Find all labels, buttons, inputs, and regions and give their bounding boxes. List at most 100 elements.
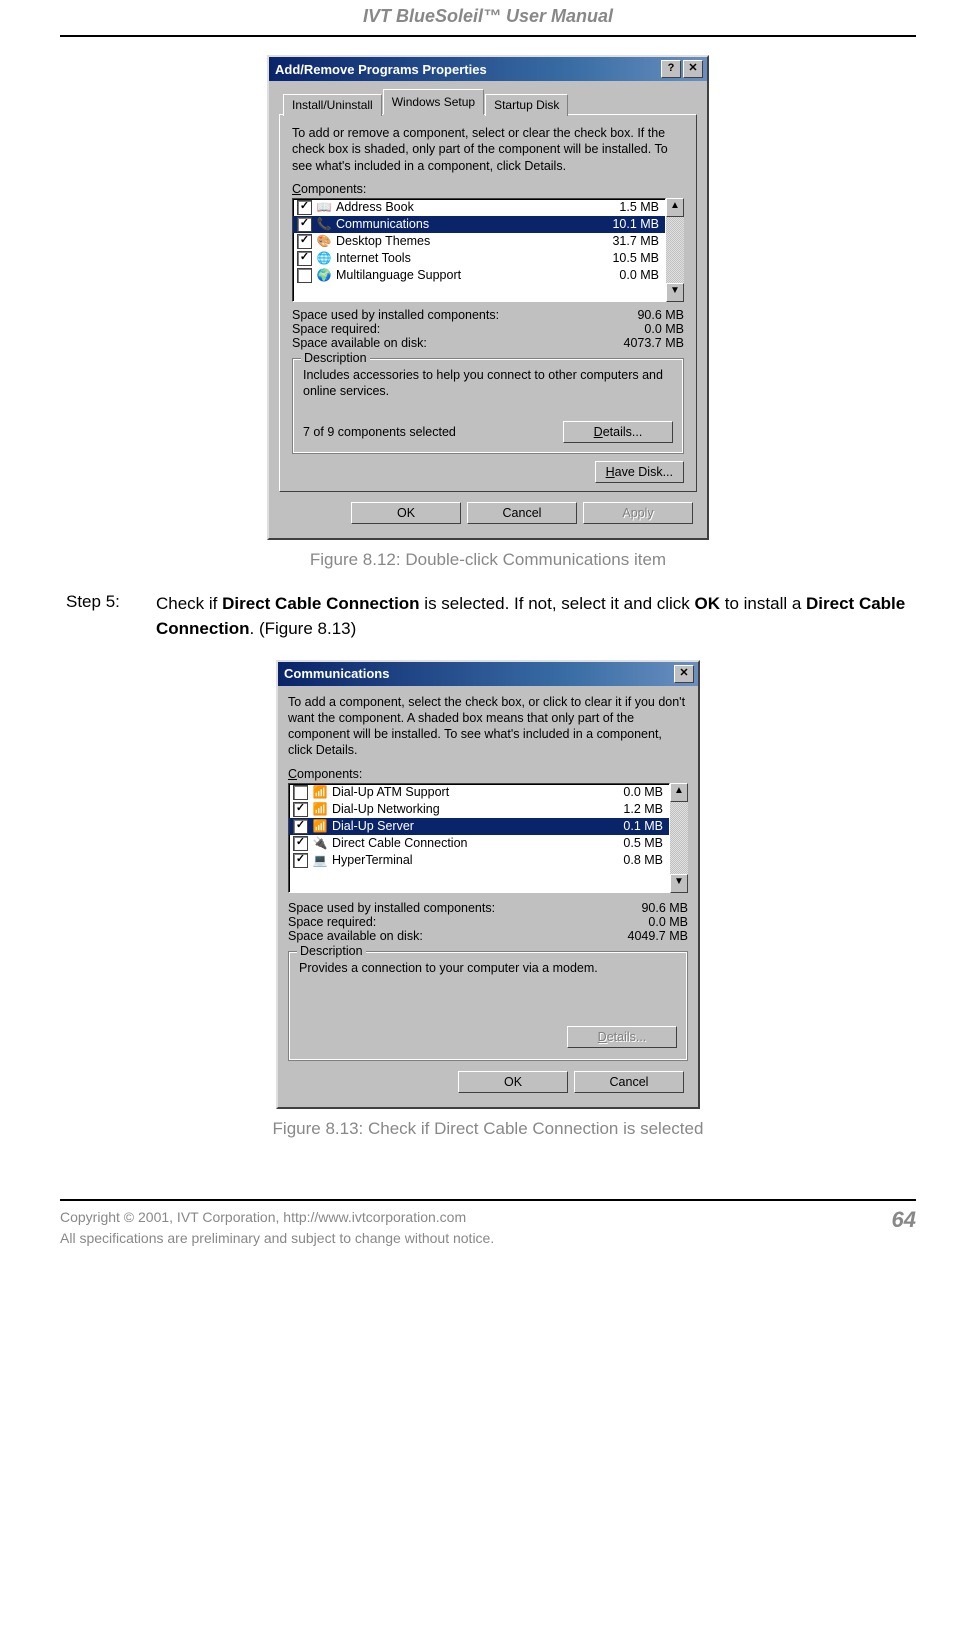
- list-item[interactable]: ✓ 🔌 Direct Cable Connection 0.5 MB: [289, 835, 669, 852]
- space-available-label: Space available on disk:: [288, 929, 598, 943]
- close-button[interactable]: ✕: [674, 665, 694, 683]
- titlebar[interactable]: Communications ✕: [278, 662, 698, 686]
- help-button[interactable]: ?: [661, 60, 681, 78]
- tab-startup-disk[interactable]: Startup Disk: [485, 94, 568, 116]
- space-required-value: 0.0 MB: [594, 322, 684, 336]
- header-rule: [60, 35, 916, 37]
- scroll-up-icon[interactable]: ▲: [670, 783, 688, 802]
- space-used-value: 90.6 MB: [594, 308, 684, 322]
- step-label: Step 5:: [66, 592, 156, 641]
- cancel-button[interactable]: Cancel: [574, 1071, 684, 1093]
- desktop-themes-icon: 🎨: [316, 234, 332, 248]
- scrollbar[interactable]: ▲ ▼: [670, 783, 688, 893]
- list-item[interactable]: ✓ 🌐 Internet Tools 10.5 MB: [293, 250, 665, 267]
- scroll-down-icon[interactable]: ▼: [670, 874, 688, 893]
- item-name: Direct Cable Connection: [332, 836, 603, 850]
- list-item[interactable]: ✓ 🎨 Desktop Themes 31.7 MB: [293, 233, 665, 250]
- list-item[interactable]: ✓ 📞 Communications 10.1 MB: [293, 216, 665, 233]
- checkbox-icon[interactable]: [293, 785, 308, 800]
- dialup-server-icon: 📶: [312, 819, 328, 833]
- checkbox-icon[interactable]: ✓: [293, 853, 308, 868]
- titlebar[interactable]: Add/Remove Programs Properties ? ✕: [269, 57, 707, 81]
- description-legend: Description: [301, 351, 370, 365]
- checkbox-icon[interactable]: ✓: [297, 200, 312, 215]
- item-size: 10.5 MB: [599, 251, 659, 265]
- item-name: Communications: [336, 217, 599, 231]
- address-book-icon: 📖: [316, 200, 332, 214]
- list-item[interactable]: ✓ 💻 HyperTerminal 0.8 MB: [289, 852, 669, 869]
- checkbox-icon[interactable]: ✓: [293, 819, 308, 834]
- dialog-communications: Communications ✕ To add a component, sel…: [276, 660, 700, 1109]
- item-name: Desktop Themes: [336, 234, 599, 248]
- space-available-value: 4049.7 MB: [598, 929, 688, 943]
- window-title: Add/Remove Programs Properties: [275, 62, 659, 77]
- page-number: 64: [872, 1207, 916, 1233]
- item-name: Address Book: [336, 200, 599, 214]
- tabstrip: Install/Uninstall Windows Setup Startup …: [279, 89, 697, 115]
- dialup-networking-icon: 📶: [312, 802, 328, 816]
- internet-tools-icon: 🌐: [316, 251, 332, 265]
- list-item[interactable]: 🌍 Multilanguage Support 0.0 MB: [293, 267, 665, 284]
- list-item[interactable]: ✓ 📶 Dial-Up Server 0.1 MB: [289, 818, 669, 835]
- space-used-value: 90.6 MB: [598, 901, 688, 915]
- description-group: Description Provides a connection to you…: [288, 951, 688, 1061]
- ok-button[interactable]: OK: [351, 502, 461, 524]
- item-name: Dial-Up ATM Support: [332, 785, 603, 799]
- cancel-button[interactable]: Cancel: [467, 502, 577, 524]
- item-size: 0.5 MB: [603, 836, 663, 850]
- space-required-label: Space required:: [288, 915, 598, 929]
- list-item[interactable]: ✓ 📶 Dial-Up Networking 1.2 MB: [289, 801, 669, 818]
- description-text: Provides a connection to your computer v…: [299, 960, 677, 990]
- item-name: Dial-Up Networking: [332, 802, 603, 816]
- item-name: Internet Tools: [336, 251, 599, 265]
- multilanguage-icon: 🌍: [316, 268, 332, 282]
- item-size: 0.1 MB: [603, 819, 663, 833]
- checkbox-icon[interactable]: ✓: [293, 802, 308, 817]
- space-available-label: Space available on disk:: [292, 336, 594, 350]
- apply-button[interactable]: Apply: [583, 502, 693, 524]
- scroll-up-icon[interactable]: ▲: [666, 198, 684, 217]
- close-button[interactable]: ✕: [683, 60, 703, 78]
- item-name: HyperTerminal: [332, 853, 603, 867]
- description-text: Includes accessories to help you connect…: [303, 367, 673, 400]
- figure-caption-813: Figure 8.13: Check if Direct Cable Conne…: [60, 1119, 916, 1139]
- tab-windows-setup[interactable]: Windows Setup: [383, 89, 484, 115]
- components-list[interactable]: 📶 Dial-Up ATM Support 0.0 MB ✓ 📶 Dial-Up…: [288, 783, 688, 893]
- dialup-atm-icon: 📶: [312, 785, 328, 799]
- direct-cable-icon: 🔌: [312, 836, 328, 850]
- item-name: Multilanguage Support: [336, 268, 599, 282]
- item-size: 0.0 MB: [603, 785, 663, 799]
- ok-button[interactable]: OK: [458, 1071, 568, 1093]
- scrollbar[interactable]: ▲ ▼: [666, 198, 684, 302]
- list-item[interactable]: ✓ 📖 Address Book 1.5 MB: [293, 199, 665, 216]
- checkbox-icon[interactable]: ✓: [293, 836, 308, 851]
- instructions-text: To add a component, select the check box…: [288, 694, 688, 759]
- description-group: Description Includes accessories to help…: [292, 358, 684, 455]
- dialog-add-remove-programs: Add/Remove Programs Properties ? ✕ Insta…: [267, 55, 709, 540]
- window-title: Communications: [284, 666, 672, 681]
- figure-caption-812: Figure 8.12: Double-click Communications…: [60, 550, 916, 570]
- components-label: Components:: [288, 767, 688, 781]
- tab-install-uninstall[interactable]: Install/Uninstall: [283, 94, 382, 116]
- selection-count: 7 of 9 components selected: [303, 425, 563, 439]
- item-size: 10.1 MB: [599, 217, 659, 231]
- scroll-down-icon[interactable]: ▼: [666, 283, 684, 302]
- checkbox-icon[interactable]: ✓: [297, 234, 312, 249]
- checkbox-icon[interactable]: ✓: [297, 251, 312, 266]
- list-item[interactable]: 📶 Dial-Up ATM Support 0.0 MB: [289, 784, 669, 801]
- components-list[interactable]: ✓ 📖 Address Book 1.5 MB ✓ 📞 Communicatio…: [292, 198, 684, 302]
- details-button: Details...: [567, 1026, 677, 1048]
- item-size: 1.5 MB: [599, 200, 659, 214]
- checkbox-icon[interactable]: ✓: [297, 217, 312, 232]
- components-label: Components:: [292, 182, 684, 196]
- item-size: 1.2 MB: [603, 802, 663, 816]
- tab-panel: To add or remove a component, select or …: [279, 114, 697, 492]
- details-button[interactable]: Details...: [563, 421, 673, 443]
- item-size: 0.8 MB: [603, 853, 663, 867]
- space-used-label: Space used by installed components:: [292, 308, 594, 322]
- space-available-value: 4073.7 MB: [594, 336, 684, 350]
- checkbox-icon[interactable]: [297, 268, 312, 283]
- have-disk-button[interactable]: Have Disk...: [595, 461, 684, 483]
- doc-header-title: IVT BlueSoleil™ User Manual: [60, 0, 916, 35]
- item-name: Dial-Up Server: [332, 819, 603, 833]
